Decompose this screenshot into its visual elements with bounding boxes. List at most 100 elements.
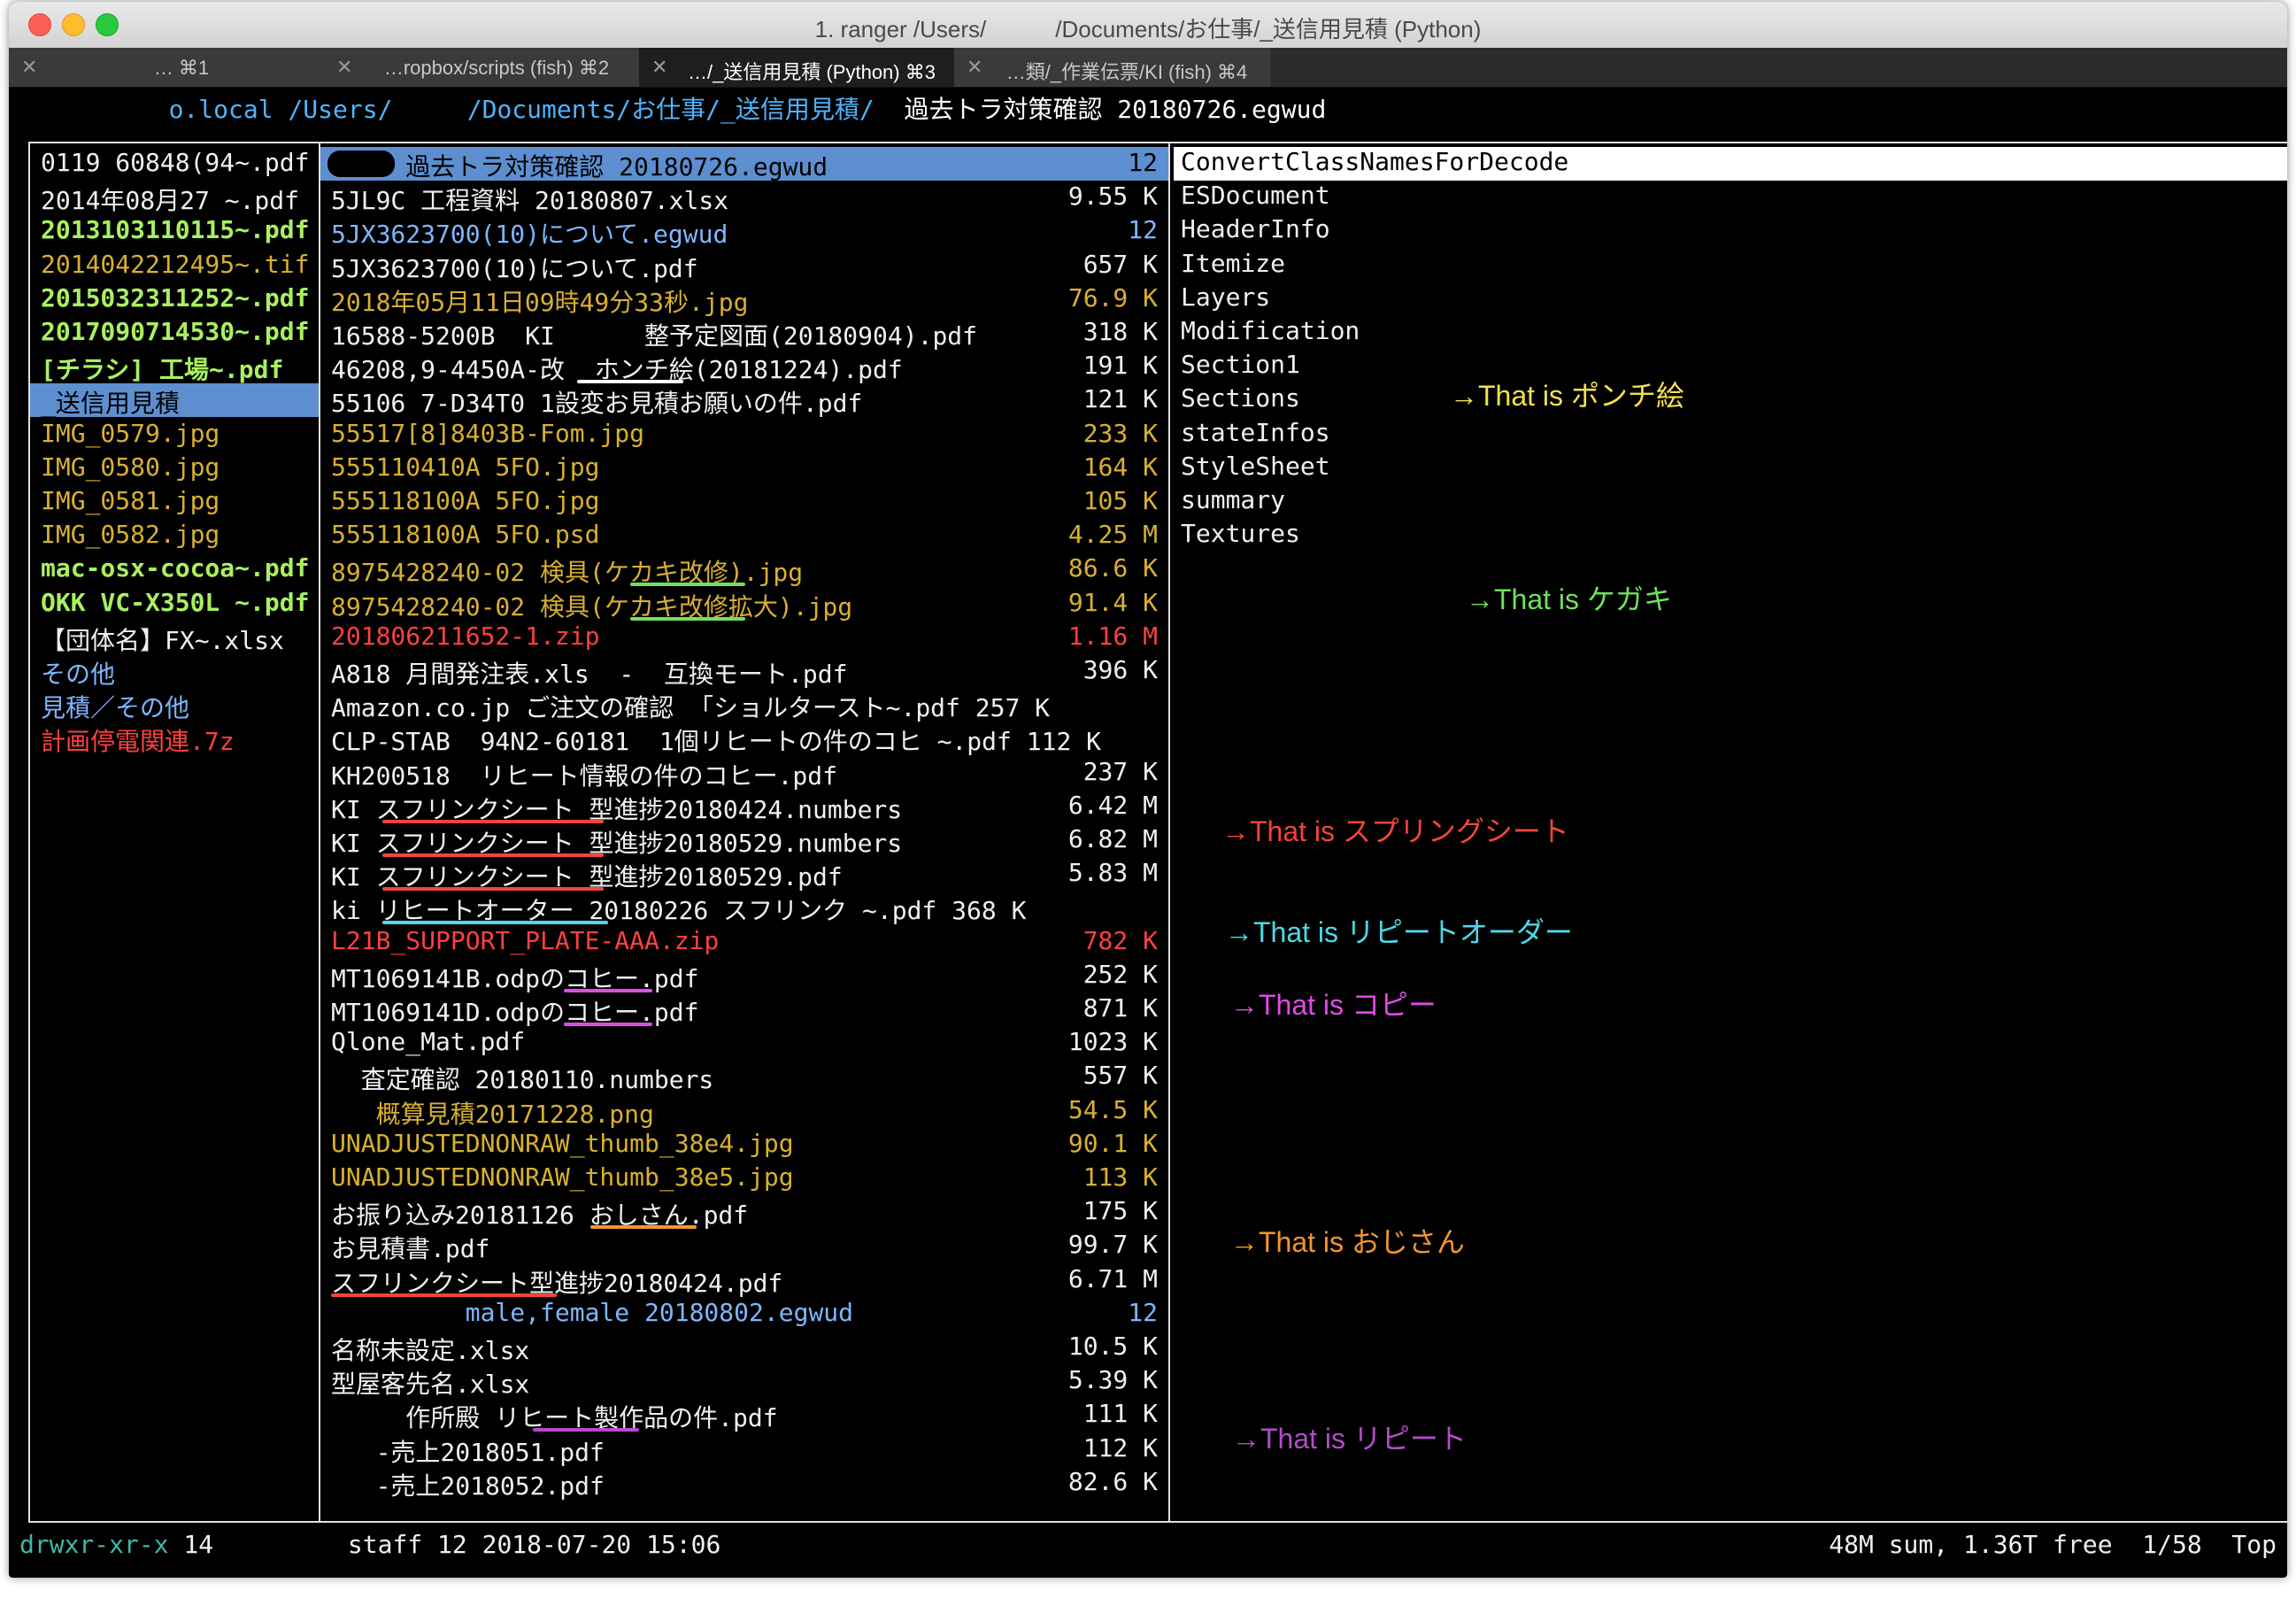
file-row[interactable]: 5JL9C 工程資料 20180807.xlsx 9.55 K bbox=[320, 181, 1168, 216]
close-tab-icon[interactable]: ✕ bbox=[21, 56, 37, 79]
file-row[interactable]: 5JX3623700(10)について.pdf 657 K bbox=[320, 249, 1168, 283]
file-name: _送信用見積 bbox=[41, 389, 180, 419]
tab-4[interactable]: ✕ …類/_作業伝票/KI (fish) ⌘4 bbox=[954, 48, 1270, 87]
file-row[interactable]: 査定確認 20180110.numbers 557 K bbox=[320, 1060, 1168, 1094]
translation-annotation: →That is リピート bbox=[1232, 1423, 1467, 1455]
file-size: 99.7 K bbox=[1067, 1230, 1158, 1260]
file-name: 5JX3623700(10)について.egwud bbox=[331, 220, 728, 250]
file-row[interactable]: CLP-STAB 94N2-60181 1個リヒートの件のコヒ ~.pdf 11… bbox=[320, 722, 1168, 756]
file-row[interactable]: KH200518 リヒート情報の件のコヒー.pdf 237 K bbox=[320, 756, 1168, 791]
file-row[interactable]: MT1069141D.odpのコヒー.pdf 871 K bbox=[320, 992, 1168, 1027]
file-row[interactable]: 55106 7-D34T0 1設変お見積お願いの件.pdf 121 K bbox=[320, 383, 1168, 419]
file-row[interactable]: 見積／その他 bbox=[30, 688, 319, 722]
file-size: 657 K bbox=[1083, 249, 1158, 279]
file-row[interactable]: 555110410A 5FO.jpg 164 K bbox=[320, 452, 1168, 485]
translation-annotation: →That is おじさん bbox=[1230, 1226, 1465, 1258]
file-size: 164 K bbox=[1083, 452, 1158, 482]
tab-3[interactable]: ✕ …/_送信用見積 (Python) ⌘3 bbox=[639, 48, 955, 87]
file-row[interactable]: male,female 20180802.egwud 12 bbox=[320, 1297, 1168, 1331]
file-row[interactable]: 2015032311252~.pdf bbox=[30, 282, 319, 316]
file-row[interactable]: 55517[8]8403B-Fom.jpg 233 K bbox=[320, 418, 1168, 452]
file-name: -売上2018051.pdf bbox=[331, 1437, 605, 1467]
file-row[interactable]: スフリンクシート型進捗20180424.pdf 6.71 M bbox=[320, 1263, 1168, 1298]
preview-entry: Section1 bbox=[1181, 350, 1300, 380]
translation-annotation: →That is ケガキ bbox=[1466, 583, 1672, 615]
file-row[interactable]: 2014年08月27 ~.pdf bbox=[30, 181, 319, 215]
file-row[interactable]: Amazon.co.jp ご注文の確認 「ショルタースト~.pdf 257 K bbox=[320, 688, 1168, 722]
file-row[interactable]: お見積書.pdf 99.7 K bbox=[320, 1229, 1168, 1263]
file-size: 1.16 M bbox=[1067, 621, 1158, 651]
file-row[interactable]: その他 bbox=[30, 654, 319, 689]
file-row[interactable]: 名称未設定.xlsx 10.5 K bbox=[320, 1331, 1168, 1365]
highlight-underline bbox=[382, 819, 604, 823]
file-name: 概算見積20171228.png bbox=[331, 1099, 654, 1129]
file-row[interactable]: 2017090714530~.pdf bbox=[30, 316, 319, 350]
file-row[interactable]: 【団体名】FX~.xlsx bbox=[30, 621, 319, 655]
file-row[interactable]: -売上2018051.pdf 112 K bbox=[320, 1432, 1168, 1467]
tab-2[interactable]: ✕ …ropbox/scripts (fish) ⌘2 bbox=[324, 48, 640, 87]
file-row[interactable]: A818 月間発注表.xls - 互換モート.pdf 396 K bbox=[320, 654, 1168, 689]
file-row[interactable]: 0119 60848(94~.pdf bbox=[30, 147, 319, 181]
file-name: male,female 20180802.egwud bbox=[331, 1297, 854, 1327]
file-row[interactable]: mac-osx-cocoa~.pdf bbox=[30, 552, 319, 586]
file-name: 55517[8]8403B-Fom.jpg bbox=[331, 418, 645, 448]
preview-entry: ESDocument bbox=[1181, 181, 1330, 211]
translation-annotation: →That is コピー bbox=[1230, 989, 1437, 1021]
file-size: 6.82 M bbox=[1067, 824, 1158, 853]
close-tab-icon[interactable]: ✕ bbox=[336, 56, 352, 79]
file-row[interactable]: OKK VC-X350L ~.pdf bbox=[30, 587, 319, 621]
file-row[interactable]: 2018年05月11日09時49分33秒.jpg 76.9 K bbox=[320, 282, 1168, 317]
file-row[interactable]: IMG_0581.jpg bbox=[30, 485, 319, 519]
file-row[interactable]: IMG_0579.jpg bbox=[30, 418, 319, 452]
file-row[interactable]: [チラシ] 工場~.pdf bbox=[30, 350, 319, 384]
file-row[interactable]: Qlone_Mat.pdf 1023 K bbox=[320, 1026, 1168, 1060]
file-row[interactable]: MT1069141B.odpのコヒー.pdf 252 K bbox=[320, 959, 1168, 993]
file-name: 5JL9C 工程資料 20180807.xlsx bbox=[331, 186, 729, 216]
host-name: o.local bbox=[19, 95, 289, 124]
highlight-underline bbox=[630, 616, 745, 621]
highlight-underline bbox=[577, 380, 683, 384]
file-row[interactable]: UNADJUSTEDNONRAW_thumb_38e5.jpg 113 K bbox=[320, 1162, 1168, 1195]
file-row[interactable]: 概算見積20171228.png 54.5 K bbox=[320, 1094, 1168, 1129]
file-name: 過去トラ対策確認 20180726.egwud bbox=[331, 152, 828, 181]
file-size: 871 K bbox=[1083, 993, 1158, 1023]
file-row[interactable]: 計画停電関連.7z bbox=[30, 722, 319, 756]
file-name: 名称未設定.xlsx bbox=[331, 1336, 530, 1365]
disk-summary: 48M sum, 1.36T free 1/58 Top bbox=[1829, 1530, 2277, 1559]
file-size: 12 bbox=[1128, 1297, 1158, 1327]
file-name: 2015032311252~.pdf bbox=[41, 282, 310, 313]
preview-entry: ConvertClassNamesForDecode bbox=[1174, 147, 2287, 181]
file-row[interactable]: -売上2018052.pdf 82.6 K bbox=[320, 1466, 1168, 1501]
file-row[interactable]: 16588-5200B KI 整予定図面(20180904).pdf 318 K bbox=[320, 316, 1168, 351]
translation-annotation: →That is ポンチ絵 bbox=[1450, 380, 1684, 412]
file-row[interactable]: 作所殿 リヒート製作品の件.pdf 111 K bbox=[320, 1398, 1168, 1432]
file-row[interactable]: 555118100A 5FO.psd 4.25 M bbox=[320, 519, 1168, 552]
tab-1[interactable]: ✕ … ⌘1 bbox=[9, 48, 325, 87]
highlight-underline bbox=[382, 853, 604, 857]
file-row[interactable]: ki リヒートオーター 20180226 スフリンク ~.pdf 368 K bbox=[320, 891, 1168, 925]
selected-file-row[interactable]: _送信用見積 bbox=[30, 383, 319, 419]
file-row[interactable]: L21B_SUPPORT_PLATE-AAA.zip 782 K bbox=[320, 925, 1168, 959]
file-size: 86.6 K bbox=[1067, 553, 1158, 583]
file-row[interactable]: KI スフリンクシート 型進捗20180424.numbers 6.42 M bbox=[320, 790, 1168, 824]
close-tab-icon[interactable]: ✕ bbox=[967, 56, 982, 79]
selected-file-row[interactable]: 過去トラ対策確認 20180726.egwud 12 bbox=[320, 147, 1168, 181]
file-row[interactable]: 型屋客先名.xlsx 5.39 K bbox=[320, 1364, 1168, 1399]
file-name: 55106 7-D34T0 1設変お見積お願いの件.pdf bbox=[331, 389, 863, 419]
file-row[interactable]: 8975428240-02 検具(ケカキ改修拡大).jpg 91.4 K bbox=[320, 587, 1168, 621]
file-row[interactable]: 555118100A 5FO.jpg 105 K bbox=[320, 485, 1168, 519]
file-row[interactable]: 46208,9-4450A-改 ホンチ絵(20181224).pdf 191 K bbox=[320, 350, 1168, 384]
file-row[interactable]: 2013103110115~.pdf bbox=[30, 214, 319, 248]
close-tab-icon[interactable]: ✕ bbox=[651, 56, 667, 79]
file-row[interactable]: IMG_0582.jpg bbox=[30, 519, 319, 552]
file-row[interactable]: 201806211652-1.zip 1.16 M bbox=[320, 621, 1168, 654]
file-row[interactable]: KI スフリンクシート 型進捗20180529.pdf 5.83 M bbox=[320, 857, 1168, 892]
file-row[interactable]: UNADJUSTEDNONRAW_thumb_38e4.jpg 90.1 K bbox=[320, 1128, 1168, 1162]
file-row[interactable]: 2014042212495~.tif bbox=[30, 249, 319, 282]
file-row[interactable]: 8975428240-02 検具(ケカキ改修).jpg 86.6 K bbox=[320, 552, 1168, 587]
file-row[interactable]: IMG_0580.jpg bbox=[30, 452, 319, 485]
file-row[interactable]: KI スフリンクシート 型進捗20180529.numbers 6.82 M bbox=[320, 823, 1168, 858]
file-name: 201806211652-1.zip bbox=[331, 621, 600, 651]
file-row[interactable]: 5JX3623700(10)について.egwud 12 bbox=[320, 214, 1168, 250]
file-row[interactable]: お振り込み20181126 おしさん.pdf 175 K bbox=[320, 1195, 1168, 1230]
